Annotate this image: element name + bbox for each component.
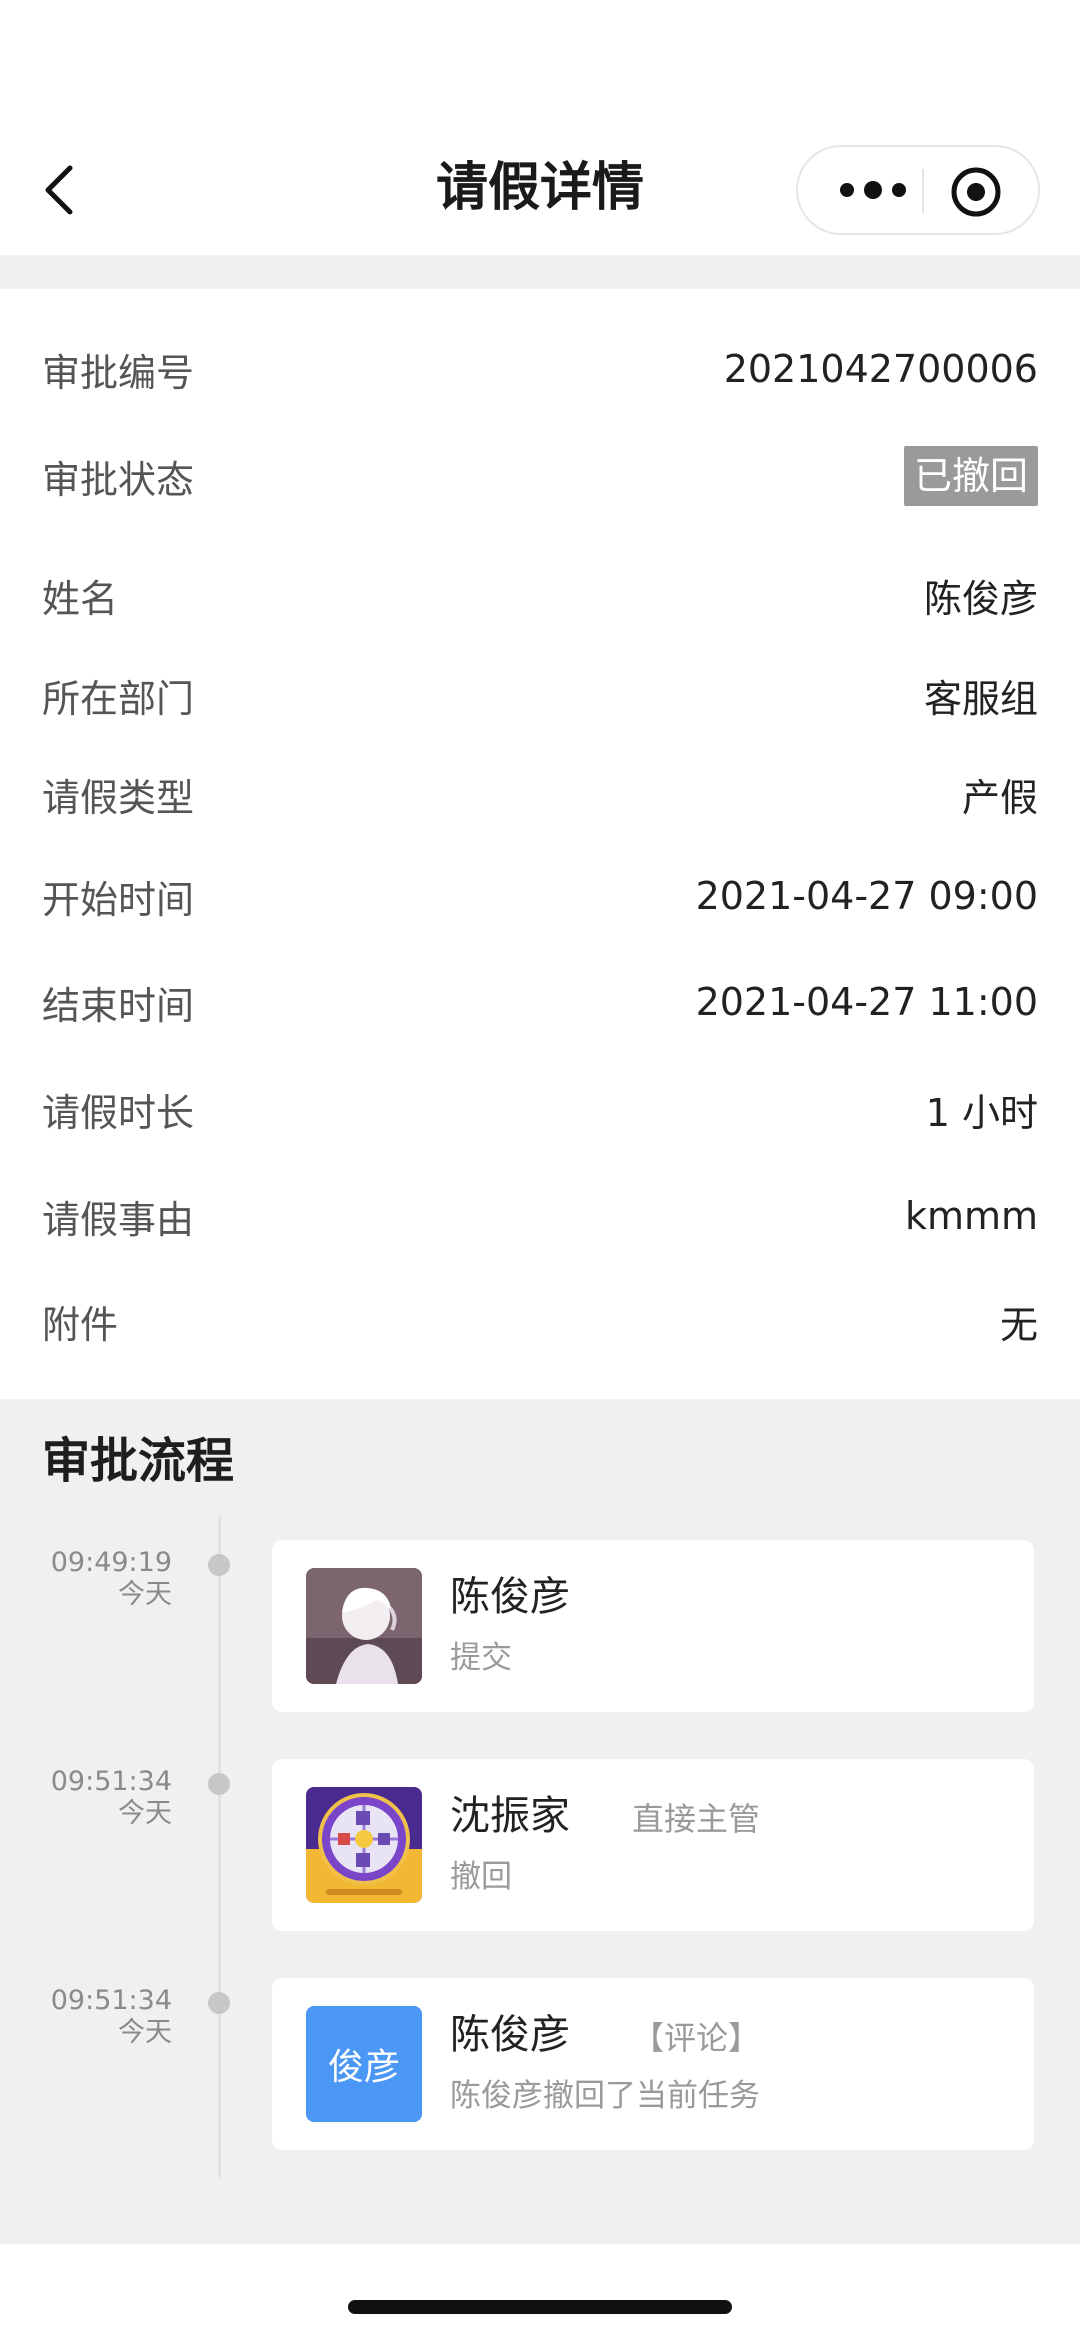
- process-step-card: 陈俊彦 提交: [272, 1540, 1034, 1712]
- detail-value: 2021-04-27 09:00: [695, 874, 1038, 918]
- detail-label: 请假事由: [42, 1197, 195, 1242]
- bottom-safe-area: [0, 2244, 1080, 2339]
- timeline-dot: [208, 1554, 230, 1576]
- detail-row-duration: 请假时长 1 小时: [42, 1079, 1038, 1139]
- step-day: 今天: [118, 2017, 172, 2048]
- step-time: 09:49:19: [50, 1547, 172, 1578]
- avatar: [306, 1568, 422, 1684]
- mini-program-capsule: [796, 145, 1040, 235]
- home-indicator[interactable]: [348, 2300, 732, 2314]
- detail-value: 无: [999, 1302, 1038, 1347]
- detail-label: 审批状态: [42, 457, 195, 502]
- process-step-card: 俊彦 陈俊彦 【评论】 陈俊彦撤回了当前任务: [272, 1978, 1034, 2150]
- detail-row-approval-number: 审批编号 2021042700006: [42, 339, 1038, 399]
- detail-label: 请假时长: [42, 1090, 195, 1135]
- timeline-line: [218, 1517, 221, 2177]
- timeline-dot: [208, 1992, 230, 2014]
- detail-row-approval-status: 审批状态 已撤回: [42, 446, 1038, 506]
- detail-value: 2021-04-27 11:00: [695, 980, 1038, 1024]
- detail-label: 结束时间: [42, 983, 195, 1028]
- leave-detail-list: 审批编号 2021042700006 审批状态 已撤回 姓名 陈俊彦 所在部门 …: [0, 289, 1080, 1399]
- process-step-card: 沈振家 直接主管 撤回: [272, 1759, 1034, 1931]
- comment-tag: 【评论】: [632, 2019, 761, 2057]
- more-button[interactable]: [828, 147, 918, 233]
- step-day: 今天: [118, 1798, 172, 1829]
- more-dots-icon-right: [892, 183, 906, 197]
- detail-label: 附件: [42, 1302, 119, 1347]
- avatar: 俊彦: [306, 2006, 422, 2122]
- prize-wheel-avatar-icon: [306, 1787, 422, 1903]
- approval-process-section: 审批流程 09:49:19 今天 陈俊彦 提交 09:51:34 今天 沈振家 …: [0, 1399, 1080, 2244]
- detail-row-name: 姓名 陈俊彦: [42, 565, 1038, 625]
- detail-row-start-time: 开始时间 2021-04-27 09:00: [42, 866, 1038, 926]
- section-divider: [0, 255, 1080, 289]
- step-time: 09:51:34: [50, 1985, 172, 2016]
- step-day: 今天: [118, 1579, 172, 1610]
- approver-name: 陈俊彦: [450, 2012, 570, 2058]
- timeline-timestamp: 09:51:34 今天: [30, 1985, 172, 2049]
- timeline-timestamp: 09:49:19 今天: [30, 1547, 172, 1611]
- detail-label: 姓名: [42, 576, 119, 621]
- detail-row-department: 所在部门 客服组: [42, 665, 1038, 725]
- detail-row-leave-type: 请假类型 产假: [42, 764, 1038, 824]
- status-badge: 已撤回: [903, 446, 1038, 506]
- more-dots-icon: [840, 183, 854, 197]
- detail-value: kmmm: [904, 1194, 1038, 1238]
- step-action: 撤回: [450, 1859, 512, 1895]
- detail-value: 陈俊彦: [923, 576, 1038, 621]
- detail-value: 客服组: [923, 676, 1038, 721]
- nav-header: 请假详情: [0, 0, 1080, 255]
- detail-value: 1 小时: [925, 1090, 1038, 1135]
- timeline-timestamp: 09:51:34 今天: [30, 1766, 172, 1830]
- approver-name: 沈振家: [450, 1793, 570, 1839]
- approver-role: 直接主管: [632, 1800, 761, 1838]
- step-action: 陈俊彦撤回了当前任务: [450, 2078, 760, 2114]
- more-dots-icon-center: [864, 181, 882, 199]
- capsule-divider: [922, 169, 924, 213]
- detail-value: 产假: [961, 775, 1038, 820]
- anime-character-avatar-icon: [306, 1568, 422, 1684]
- detail-label: 审批编号: [42, 350, 195, 395]
- detail-row-attachment: 附件 无: [42, 1291, 1038, 1351]
- step-time: 09:51:34: [50, 1766, 172, 1797]
- timeline-dot: [208, 1773, 230, 1795]
- close-mini-program-button[interactable]: [948, 164, 1004, 220]
- detail-label: 所在部门: [42, 676, 195, 721]
- avatar: [306, 1787, 422, 1903]
- step-action: 提交: [450, 1640, 512, 1676]
- approver-name: 陈俊彦: [450, 1574, 570, 1620]
- detail-label: 开始时间: [42, 877, 195, 922]
- target-circle-icon: [951, 167, 1001, 217]
- detail-label: 请假类型: [42, 775, 195, 820]
- section-title: 审批流程: [42, 1433, 235, 1489]
- detail-row-reason: 请假事由 kmmm: [42, 1186, 1038, 1246]
- detail-value: 2021042700006: [723, 347, 1038, 391]
- detail-row-end-time: 结束时间 2021-04-27 11:00: [42, 972, 1038, 1032]
